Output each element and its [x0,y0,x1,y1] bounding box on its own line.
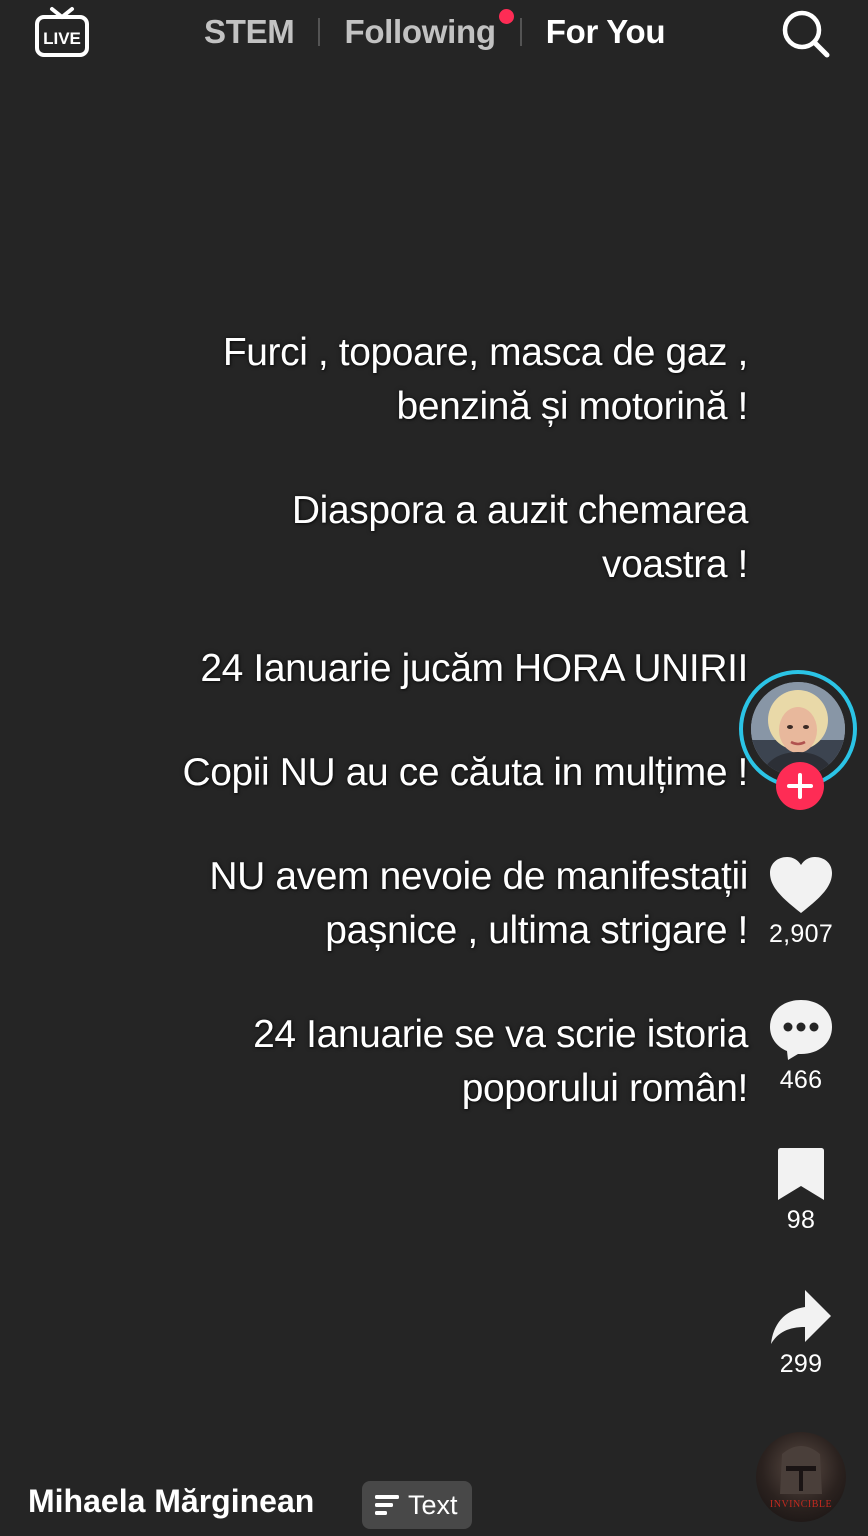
follow-button[interactable] [776,762,824,810]
share-arrow-icon [771,1290,831,1344]
caption-paragraph: NU avem nevoie de manifestații pașnice ,… [209,855,748,952]
notification-dot [498,9,514,24]
caption-paragraph: Copii NU au ce căuta in mulțime ! [182,751,748,794]
comment-count: 466 [779,1066,823,1094]
like-button[interactable]: 2,907 [760,856,842,949]
tab-for-you[interactable]: For You [546,13,666,51]
tab-stem[interactable]: STEM [204,13,295,51]
save-button[interactable]: 98 [760,1146,842,1235]
creator-avatar-button[interactable] [739,670,863,810]
top-navigation-bar: LIVE STEM Following For You [0,0,868,70]
tab-divider [318,18,321,46]
tab-divider [519,18,522,46]
tab-following[interactable]: Following [344,9,514,51]
music-disc-button[interactable]: INVINCIBLE [756,1432,846,1522]
disc-label: INVINCIBLE [769,1499,833,1510]
share-button[interactable]: 299 [760,1288,842,1379]
comment-bubble-icon [770,1000,832,1060]
text-chip-label: Text [408,1489,458,1520]
tab-following-label: Following [344,13,496,50]
live-button[interactable]: LIVE [34,6,90,58]
live-tv-icon: LIVE [35,7,89,57]
author-name[interactable]: Mihaela Mărginean [28,1483,314,1520]
text-post-chip[interactable]: Text [362,1481,472,1529]
search-icon [782,10,830,58]
caption-paragraph: Diaspora a auzit chemarea voastra ! [291,489,748,586]
caption-paragraph: 24 Ianuarie se va scrie istoria poporulu… [253,1013,748,1110]
video-feed-screen: LIVE STEM Following For You Furci , topo… [0,0,868,1536]
bookmark-icon [778,1148,824,1200]
caption-paragraph: Furci , topoare, masca de gaz , benzină … [222,331,749,428]
feed-tabs: STEM Following For You [204,8,666,56]
live-label: LIVE [43,29,81,48]
comment-button[interactable]: 466 [760,998,842,1095]
caption-paragraph: 24 Ianuarie jucăm HORA UNIRII [200,647,748,690]
video-text-content: Furci , topoare, masca de gaz , benzină … [48,326,748,1166]
like-count: 2,907 [768,920,834,948]
share-count: 299 [779,1350,823,1378]
heart-icon [770,857,832,913]
save-count: 98 [786,1206,816,1234]
text-lines-icon [375,1495,399,1515]
plus-icon [787,773,813,799]
search-button[interactable] [780,8,832,60]
